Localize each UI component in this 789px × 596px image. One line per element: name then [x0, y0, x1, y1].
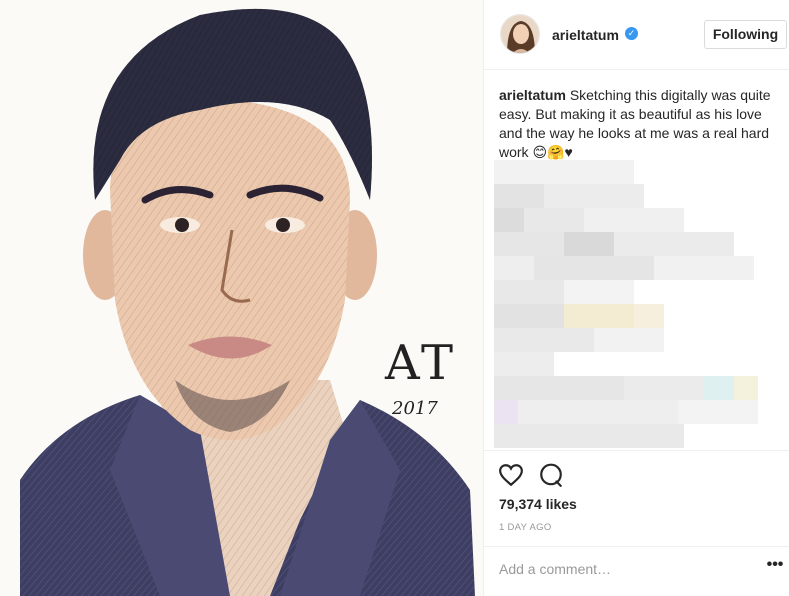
divider-comment: [484, 546, 789, 547]
verified-badge-icon: ✓: [625, 27, 638, 40]
divider-vertical: [483, 0, 484, 596]
heart-icon[interactable]: [498, 462, 524, 488]
comment-bubble-icon[interactable]: [538, 462, 564, 488]
divider-actions: [484, 450, 789, 451]
post-header: arieltatum ✓ Following: [484, 0, 789, 70]
likes-count[interactable]: 79,374 likes: [499, 496, 577, 512]
post-timestamp[interactable]: 1 DAY AGO: [499, 522, 552, 533]
sketch-portrait: [20, 8, 475, 596]
caption-username[interactable]: arieltatum: [499, 87, 566, 103]
artwork-year: 2017: [392, 398, 438, 419]
artwork-signature: AT: [385, 335, 458, 391]
more-options-icon[interactable]: •••: [766, 557, 784, 576]
following-button[interactable]: Following: [704, 20, 787, 49]
post-caption: arieltatum Sketching this digitally was …: [499, 86, 774, 162]
avatar-image: [501, 15, 539, 53]
header-username[interactable]: arieltatum: [552, 27, 619, 43]
blurred-comments: [494, 160, 764, 450]
comment-input[interactable]: [499, 558, 749, 580]
post-image[interactable]: AT 2017: [0, 0, 483, 596]
pixelated-block: [494, 160, 758, 448]
avatar[interactable]: [500, 14, 540, 54]
